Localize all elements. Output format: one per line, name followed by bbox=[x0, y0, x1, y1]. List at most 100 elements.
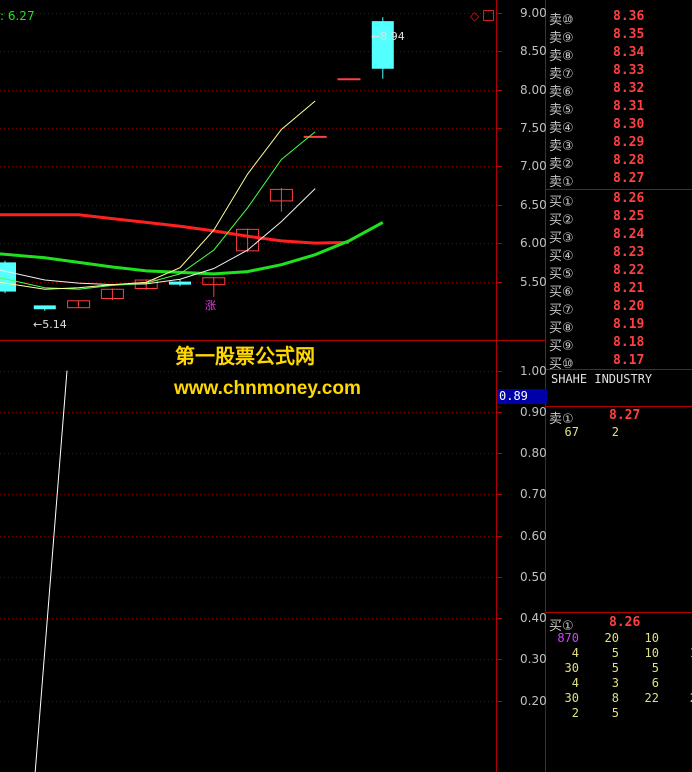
ma-line-4 bbox=[0, 131, 316, 290]
buy-queue-cell: 30 bbox=[564, 691, 579, 705]
diamond-icon[interactable]: ◇ bbox=[470, 9, 479, 23]
sell-level-4[interactable]: 卖⑦ 8.33 bbox=[549, 63, 689, 82]
detail-sell1-row[interactable]: 卖① 8.27 bbox=[549, 408, 689, 427]
buy-level-8[interactable]: 买⑧ 8.19 bbox=[549, 317, 689, 336]
sell-level-2[interactable]: 卖⑨ 8.35 bbox=[549, 27, 689, 46]
sell-level-label: 卖⑤ bbox=[549, 103, 574, 118]
signal-tag: 涨 bbox=[205, 297, 216, 313]
sell-level-6[interactable]: 卖⑤ 8.31 bbox=[549, 99, 689, 118]
oscillator-axis-label: 0.70 bbox=[520, 487, 547, 502]
low-value: 5.14 bbox=[42, 318, 67, 331]
sell-level-price: 8.31 bbox=[613, 99, 645, 114]
buy-level-label: 买③ bbox=[549, 231, 574, 246]
oscillator-line bbox=[34, 370, 68, 772]
price-axis-label: 9.00 bbox=[520, 5, 547, 20]
buy-queue-row: 308222 bbox=[549, 691, 692, 706]
sell-level-5[interactable]: 卖⑥ 8.32 bbox=[549, 81, 689, 100]
sell-level-1[interactable]: 卖⑩ 8.36 bbox=[549, 9, 689, 28]
sell-level-10[interactable]: 卖① 8.27 bbox=[549, 171, 689, 190]
price-axis-label: 7.00 bbox=[520, 159, 547, 174]
buy-queue-cell: 6 bbox=[651, 676, 659, 690]
detail-sell1-price: 8.27 bbox=[609, 408, 641, 423]
detail-buy1-price: 8.26 bbox=[609, 615, 641, 630]
indicator-readout: : 6.27 bbox=[0, 9, 35, 23]
buy-level-3[interactable]: 买③ 8.24 bbox=[549, 227, 689, 246]
price-axis-label: 5.50 bbox=[520, 274, 547, 289]
buy-queue-row: 25 bbox=[549, 706, 689, 721]
buy-level-6[interactable]: 买⑥ 8.21 bbox=[549, 281, 689, 300]
watermark-url-text: www.chnmoney.com bbox=[174, 378, 361, 399]
restore-icon[interactable] bbox=[483, 10, 494, 21]
buy-level-price: 8.23 bbox=[613, 245, 645, 260]
buy-queue-cell: 1 bbox=[667, 646, 692, 660]
sell-level-price: 8.30 bbox=[613, 117, 645, 132]
oscillator-axis-label: 0.40 bbox=[520, 611, 547, 626]
buy-queue-cell: 10 bbox=[644, 646, 659, 660]
signal-tag-text: 涨 bbox=[205, 299, 216, 312]
buy-level-10[interactable]: 买⑩ 8.17 bbox=[549, 353, 689, 372]
buy-level-label: 买⑩ bbox=[549, 357, 574, 372]
buy-queue-cell: 2 bbox=[667, 691, 692, 705]
buy-queue-cell: 5 bbox=[651, 661, 659, 675]
sell-level-8[interactable]: 卖③ 8.29 bbox=[549, 135, 689, 154]
moving-average-lines bbox=[0, 100, 384, 290]
sell-level-price: 8.34 bbox=[613, 45, 645, 60]
buy-queue-cell: 3 bbox=[611, 676, 619, 690]
buy-level-price: 8.20 bbox=[613, 299, 645, 314]
buy-queue-cell: 30 bbox=[564, 661, 579, 675]
buy-level-label: 买⑧ bbox=[549, 321, 574, 336]
buy-queue-cell: 870 bbox=[557, 631, 579, 645]
buy-level-price: 8.17 bbox=[613, 353, 645, 368]
buy-level-5[interactable]: 买⑤ 8.22 bbox=[549, 263, 689, 282]
buy-level-price: 8.26 bbox=[613, 191, 645, 206]
sell-level-price: 8.36 bbox=[613, 9, 645, 24]
sell-level-label: 卖③ bbox=[549, 139, 574, 154]
ma-line-5 bbox=[0, 100, 316, 290]
buy-queue-cell: 5 bbox=[611, 706, 619, 720]
ma-line-1 bbox=[0, 213, 350, 245]
company-name-text: SHAHE INDUSTRY bbox=[551, 372, 653, 386]
buy-level-1[interactable]: 买① 8.26 bbox=[549, 191, 689, 210]
watermark-url: www.chnmoney.com bbox=[174, 378, 361, 400]
sell-level-label: 卖② bbox=[549, 157, 574, 172]
price-axis-label: 8.00 bbox=[520, 82, 547, 97]
sell-level-label: 卖④ bbox=[549, 121, 574, 136]
buy-level-label: 买① bbox=[549, 195, 574, 210]
buy-queue-row: 870 20 10 bbox=[549, 631, 689, 646]
buy-queue-cell: 5 bbox=[611, 661, 619, 675]
buy-queue-cell: 8 bbox=[611, 691, 619, 705]
current-value-badge: 0.89 bbox=[497, 389, 547, 404]
buy-level-price: 8.21 bbox=[613, 281, 645, 296]
buy-level-4[interactable]: 买④ 8.23 bbox=[549, 245, 689, 264]
buy-level-price: 8.19 bbox=[613, 317, 645, 332]
sell-level-9[interactable]: 卖② 8.28 bbox=[549, 153, 689, 172]
buy-level-label: 买⑨ bbox=[549, 339, 574, 354]
buy-queue-cell: 22 bbox=[644, 691, 659, 705]
buy-queue-row: 4 5 10 1 bbox=[549, 646, 692, 661]
buy-level-9[interactable]: 买⑨ 8.18 bbox=[549, 335, 689, 354]
low-arrow-icon: ← bbox=[33, 318, 43, 331]
sell-level-label: 卖⑧ bbox=[549, 49, 574, 64]
candle-body bbox=[33, 305, 56, 310]
high-arrow-icon: ← bbox=[371, 30, 381, 43]
buy-level-2[interactable]: 买② 8.25 bbox=[549, 209, 689, 228]
sell-level-price: 8.35 bbox=[613, 27, 645, 42]
sell-level-3[interactable]: 卖⑧ 8.34 bbox=[549, 45, 689, 64]
candlesticks bbox=[0, 17, 394, 311]
indicator-value: : 6.27 bbox=[0, 9, 35, 23]
buy-level-7[interactable]: 买⑦ 8.20 bbox=[549, 299, 689, 318]
high-annotation: ←8.94 bbox=[371, 30, 405, 43]
buy-queue-row: 4 3 6 bbox=[549, 676, 689, 691]
sell-level-label: 卖① bbox=[549, 175, 574, 190]
sell1-queue-1: 2 bbox=[611, 425, 619, 439]
buy-level-label: 买② bbox=[549, 213, 574, 228]
candle-body bbox=[0, 262, 16, 292]
oscillator-axis-label: 0.80 bbox=[520, 446, 547, 461]
price-axis-label: 8.50 bbox=[520, 44, 547, 59]
sell-level-label: 卖⑥ bbox=[549, 85, 574, 100]
candle-body bbox=[371, 21, 394, 69]
sell-level-7[interactable]: 卖④ 8.30 bbox=[549, 117, 689, 136]
sell-level-price: 8.33 bbox=[613, 63, 645, 78]
sell-level-label: 卖⑨ bbox=[549, 31, 574, 46]
oscillator-series-line bbox=[34, 370, 68, 772]
